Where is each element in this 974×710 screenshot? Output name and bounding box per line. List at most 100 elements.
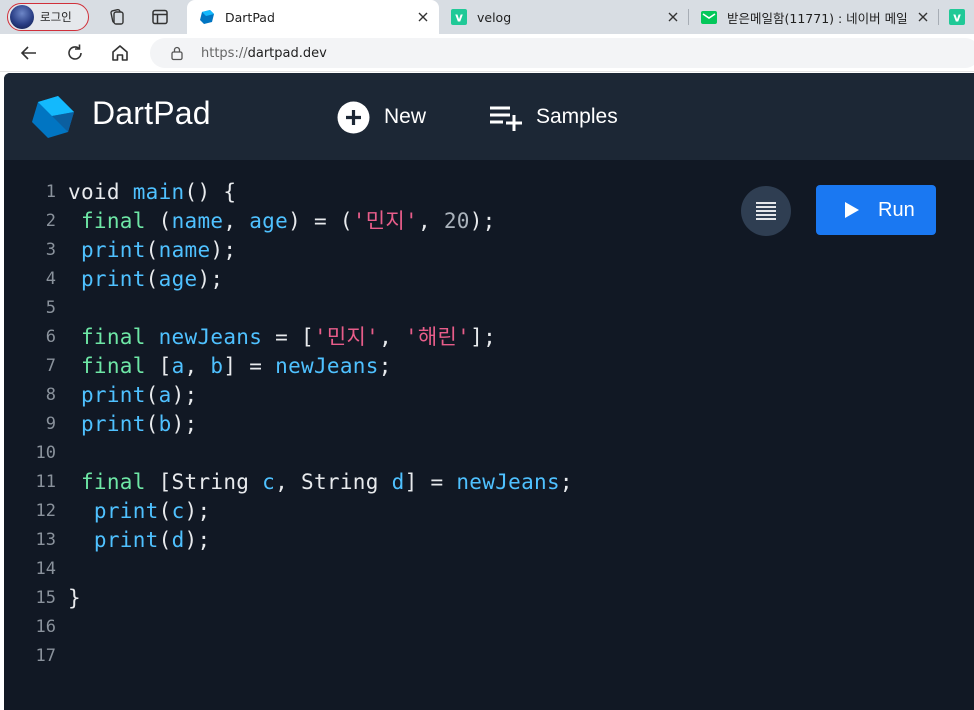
- code-token: (: [158, 499, 172, 523]
- code-token: print: [68, 499, 159, 523]
- format-button[interactable]: [741, 186, 791, 236]
- code-token: print: [68, 528, 159, 552]
- close-tab-icon[interactable]: [665, 9, 681, 25]
- code-token: print: [68, 267, 146, 291]
- line-number: 12: [35, 501, 56, 521]
- playlist-add-icon: [490, 106, 522, 131]
- lock-icon[interactable]: [169, 45, 185, 61]
- code-token: ];: [470, 325, 497, 349]
- code-token: b: [210, 354, 224, 378]
- format-align-icon: [756, 202, 776, 220]
- tab-velog[interactable]: v velog: [439, 0, 689, 34]
- code-token: );: [184, 528, 211, 552]
- line-number: 6: [45, 327, 56, 347]
- tab-dartpad[interactable]: DartPad: [187, 0, 439, 34]
- code-token: '해린': [404, 325, 471, 349]
- dart-logo-icon: [32, 96, 74, 138]
- code-token: 20: [443, 209, 470, 233]
- run-button-label: Run: [878, 198, 915, 221]
- code-token: );: [469, 209, 496, 233]
- svg-text:v: v: [953, 11, 961, 25]
- line-number: 16: [35, 617, 56, 637]
- new-button-label: New: [384, 105, 427, 128]
- code-token: );: [210, 238, 237, 262]
- code-line[interactable]: [68, 613, 573, 642]
- code-token: [: [145, 354, 172, 378]
- dart-favicon-icon: [200, 10, 214, 24]
- code-token: print: [68, 383, 146, 407]
- code-token: ,: [223, 209, 250, 233]
- code-token: name: [171, 209, 224, 233]
- code-token: ] =: [223, 354, 276, 378]
- code-token: b: [158, 412, 172, 436]
- tab-label: velog: [477, 9, 512, 25]
- code-line[interactable]: void main() {: [68, 178, 573, 207]
- code-token: print: [68, 238, 146, 262]
- code-line[interactable]: print(name);: [68, 236, 573, 265]
- code-token: c: [171, 499, 185, 523]
- code-token: age: [158, 267, 198, 291]
- code-token: [String: [145, 470, 263, 494]
- avatar: [10, 5, 34, 29]
- velog-favicon-icon: v: [451, 9, 467, 25]
- code-line[interactable]: final [a, b] = newJeans;: [68, 352, 573, 381]
- code-token: , String: [275, 470, 392, 494]
- url-scheme: https://: [201, 45, 248, 61]
- run-button[interactable]: Run: [816, 185, 936, 235]
- close-tab-icon[interactable]: [415, 9, 431, 25]
- code-editor[interactable]: 1 2 3 4 5 6 7 8 9 10 11 12 13 14 15 16 17 void main() { …: [4, 160, 974, 710]
- code-line[interactable]: [68, 642, 573, 671]
- code-line[interactable]: [68, 439, 573, 468]
- code-token: '민지': [313, 325, 380, 349]
- dartpad-header: DartPad New Samples: [4, 73, 974, 160]
- address-bar[interactable]: https://dartpad.dev: [150, 38, 974, 68]
- code-token: = [: [262, 325, 314, 349]
- url-text: https://dartpad.dev: [201, 46, 327, 61]
- browser-toolbar: https://dartpad.dev: [0, 34, 974, 72]
- line-number: 9: [45, 414, 56, 434]
- profile-button[interactable]: 로그인: [7, 3, 89, 31]
- code-token: () {: [184, 180, 237, 204]
- code-line[interactable]: final [String c, String d] = newJeans;: [68, 468, 573, 497]
- tab-actions-icon[interactable]: [151, 8, 169, 26]
- samples-button[interactable]: Samples: [488, 97, 618, 137]
- code-token: (: [145, 267, 159, 291]
- new-button[interactable]: New: [337, 97, 426, 137]
- code-token: );: [197, 267, 224, 291]
- back-arrow-icon[interactable]: [18, 42, 40, 64]
- code-line[interactable]: }: [68, 584, 573, 613]
- code-line[interactable]: print(b);: [68, 410, 573, 439]
- code-line[interactable]: print(age);: [68, 265, 573, 294]
- code-token: ;: [559, 470, 573, 494]
- code-area[interactable]: void main() { final (name, age) = ('민지',…: [68, 178, 573, 671]
- code-token: c: [262, 470, 276, 494]
- line-number: 1: [45, 182, 56, 202]
- code-line[interactable]: print(d);: [68, 526, 573, 555]
- naver-mail-favicon-icon: [701, 11, 717, 24]
- code-line[interactable]: print(c);: [68, 497, 573, 526]
- code-token: age: [249, 209, 289, 233]
- code-token: );: [171, 412, 198, 436]
- line-number: 7: [45, 356, 56, 376]
- code-line[interactable]: [68, 294, 573, 323]
- code-line[interactable]: final (name, age) = ('민지', 20);: [68, 207, 573, 236]
- home-icon[interactable]: [109, 42, 131, 64]
- tab-naver-mail[interactable]: 받은메일함(11771) : 네이버 메일: [689, 0, 939, 34]
- code-token: (: [145, 383, 159, 407]
- dartpad-app: DartPad New Samples 1 2 3 4 5 6 7 8 9 10 11 12 13 14 1…: [4, 73, 974, 710]
- code-line[interactable]: print(a);: [68, 381, 573, 410]
- close-tab-icon[interactable]: [915, 9, 931, 25]
- refresh-icon[interactable]: [64, 42, 86, 64]
- code-token: (: [158, 528, 172, 552]
- code-line[interactable]: [68, 555, 573, 584]
- code-line[interactable]: final newJeans = ['민지', '해린'];: [68, 323, 573, 352]
- code-token: (: [145, 412, 159, 436]
- profile-label: 로그인: [40, 10, 72, 24]
- workspaces-icon[interactable]: [108, 8, 126, 26]
- line-number: 2: [45, 211, 56, 231]
- code-token: a: [158, 383, 172, 407]
- code-token: final: [68, 354, 146, 378]
- line-number: 5: [45, 298, 56, 318]
- tab-velog-2[interactable]: v: [939, 0, 974, 34]
- samples-button-label: Samples: [536, 105, 618, 128]
